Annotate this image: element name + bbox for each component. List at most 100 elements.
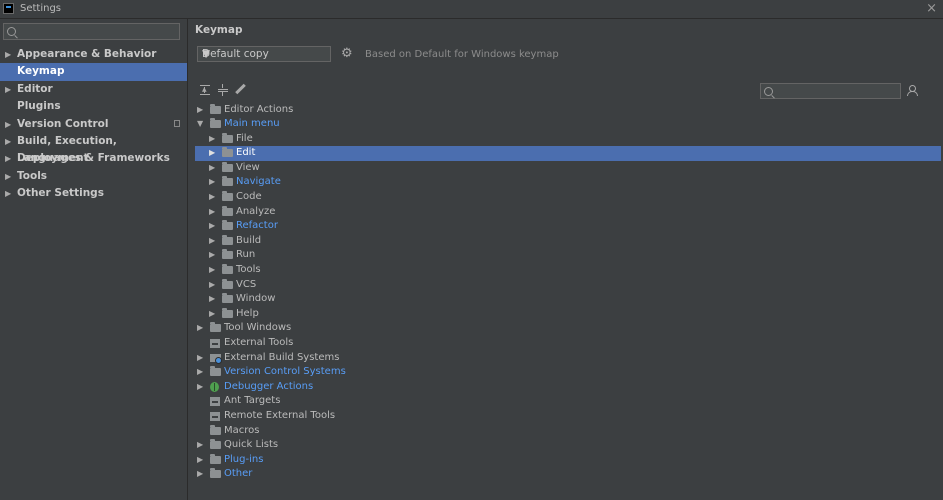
chevron-right-icon[interactable]: ▶ [5, 185, 11, 202]
based-on-text: Based on Default for Windows keymap [365, 49, 559, 60]
find-by-shortcut-icon[interactable] [906, 84, 919, 97]
chevron-right-icon[interactable]: ▶ [197, 351, 203, 365]
gear-icon[interactable]: ⚙ [341, 47, 353, 61]
sidebar-item-tools[interactable]: ▶ Tools [0, 168, 187, 185]
chevron-right-icon[interactable]: ▶ [5, 168, 11, 185]
tree-row-label: External Tools [224, 337, 294, 348]
chevron-right-icon[interactable]: ▶ [197, 380, 203, 394]
chevron-right-icon[interactable]: ▶ [197, 103, 203, 117]
tree-row[interactable]: ▶ View [195, 161, 941, 176]
collapse-all-icon[interactable] [217, 84, 229, 96]
tree-row-label: Version Control Systems [224, 366, 346, 378]
page-title: Keymap [195, 24, 243, 36]
tree-row[interactable]: ▶ Refactor [195, 219, 941, 234]
chevron-right-icon[interactable]: ▶ [209, 161, 215, 175]
tree-row-label: Macros [224, 424, 260, 436]
sidebar-item-appearance-behavior[interactable]: ▶ Appearance & Behavior [0, 46, 187, 63]
folder-icon [210, 439, 221, 450]
search-icon [7, 27, 16, 36]
chevron-right-icon[interactable]: ▶ [5, 46, 11, 63]
tree-row[interactable]: ▶ File [195, 132, 941, 147]
keymap-select[interactable]: Default copy ▼ [197, 46, 331, 62]
tree-row[interactable]: External Tools [195, 336, 941, 351]
tree-row[interactable]: ▶ Quick Lists [195, 438, 941, 453]
tree-row-label: Run [236, 249, 256, 261]
sidebar-item-keymap[interactable]: Keymap [0, 63, 187, 81]
sidebar-item-plugins[interactable]: Plugins [0, 98, 187, 115]
folder-icon [222, 176, 233, 187]
chevron-right-icon[interactable]: ▶ [209, 292, 215, 306]
tree-row[interactable]: ▶ Analyze [195, 205, 941, 220]
tool-icon [210, 411, 220, 421]
tree-row[interactable]: ▼ Main menu [195, 117, 941, 132]
close-icon[interactable]: × [926, 1, 937, 16]
tree-row-label: Refactor [236, 220, 278, 232]
tree-row[interactable]: ▶ Plug-ins [195, 453, 941, 468]
chevron-down-icon[interactable]: ▼ [197, 117, 203, 131]
tree-row[interactable]: ▶ External Build Systems [195, 351, 941, 366]
chevron-right-icon[interactable]: ▶ [209, 219, 215, 233]
tree-row[interactable]: ▶ Version Control Systems [195, 365, 941, 380]
sidebar-item-label: Plugins [17, 100, 61, 113]
tree-row[interactable]: ▶ Other [195, 467, 941, 482]
tree-row-label: Other [224, 468, 253, 480]
tree-row[interactable]: ▶ Run [195, 248, 941, 263]
chevron-right-icon[interactable]: ▶ [209, 263, 215, 277]
keymap-tree: ▶ Editor Actions ▼ Main menu ▶ File ▶ Edit ▶ View… [195, 103, 941, 482]
tree-row[interactable]: ▶ VCS [195, 278, 941, 293]
chevron-right-icon[interactable]: ▶ [5, 116, 11, 133]
folder-icon [210, 453, 221, 464]
sidebar-item-label: Languages & Frameworks [17, 152, 170, 165]
tree-row[interactable]: Remote External Tools [195, 409, 941, 424]
edit-icon[interactable] [234, 83, 246, 96]
tree-row[interactable]: Macros [195, 424, 941, 439]
chevron-right-icon[interactable]: ▶ [197, 438, 203, 452]
sidebar-search-input[interactable] [3, 23, 180, 40]
sidebar-item-version-control[interactable]: ▶ Version Control [0, 116, 187, 133]
tree-row[interactable]: ▶ Edit [195, 146, 941, 161]
tree-row[interactable]: ▶ Build [195, 234, 941, 249]
sidebar-item-other-settings[interactable]: ▶ Other Settings [0, 185, 187, 202]
chevron-right-icon[interactable]: ▶ [197, 453, 203, 467]
tree-row[interactable]: ▶ Debugger Actions [195, 380, 941, 395]
tree-row[interactable]: ▶ Window [195, 292, 941, 307]
chevron-right-icon[interactable]: ▶ [5, 81, 11, 98]
keymap-search-input[interactable] [760, 83, 901, 99]
chevron-right-icon[interactable]: ▶ [209, 175, 215, 189]
chevron-right-icon[interactable]: ▶ [209, 205, 215, 219]
sidebar-item-build-execution-deployment[interactable]: ▶ Build, Execution, Deployment [0, 133, 187, 164]
chevron-right-icon[interactable]: ▶ [197, 467, 203, 481]
chevron-right-icon[interactable]: ▶ [209, 132, 215, 146]
chevron-right-icon[interactable]: ▶ [209, 146, 215, 160]
tree-row-label: Quick Lists [224, 439, 279, 451]
chevron-right-icon[interactable]: ▶ [197, 365, 203, 379]
tree-row[interactable]: ▶ Navigate [195, 175, 941, 190]
chevron-right-icon[interactable]: ▶ [209, 307, 215, 321]
tool-icon [210, 397, 220, 407]
tree-row[interactable]: Ant Targets [195, 394, 941, 409]
tree-row[interactable]: ▶ Code [195, 190, 941, 205]
chevron-right-icon[interactable]: ▶ [5, 133, 11, 150]
tree-row-label: Edit [236, 147, 256, 159]
folder-icon [222, 278, 233, 289]
chevron-right-icon[interactable]: ▶ [209, 234, 215, 248]
chevron-right-icon[interactable]: ▶ [209, 190, 215, 204]
tree-row-label: Plug-ins [224, 453, 264, 465]
tree-row[interactable]: ▶ Help [195, 307, 941, 322]
chevron-right-icon[interactable]: ▶ [209, 248, 215, 262]
folder-icon [210, 322, 221, 333]
tree-row[interactable]: ▶ Tools [195, 263, 941, 278]
folder-icon [222, 234, 233, 245]
tool-icon [210, 339, 220, 348]
sidebar-item-editor[interactable]: ▶ Editor [0, 81, 187, 98]
folder-icon [210, 424, 221, 435]
tree-row-label: External Build Systems [224, 351, 340, 363]
chevron-right-icon[interactable]: ▶ [5, 150, 11, 167]
sidebar-item-label: Other Settings [17, 187, 104, 200]
sidebar-item-languages-frameworks[interactable]: ▶ Languages & Frameworks [0, 150, 187, 167]
expand-all-icon[interactable]: ▲ [199, 84, 211, 96]
chevron-right-icon[interactable]: ▶ [209, 278, 215, 292]
tree-row[interactable]: ▶ Editor Actions [195, 103, 941, 118]
chevron-right-icon[interactable]: ▶ [197, 321, 203, 335]
tree-row[interactable]: ▶ Tool Windows [195, 321, 941, 336]
